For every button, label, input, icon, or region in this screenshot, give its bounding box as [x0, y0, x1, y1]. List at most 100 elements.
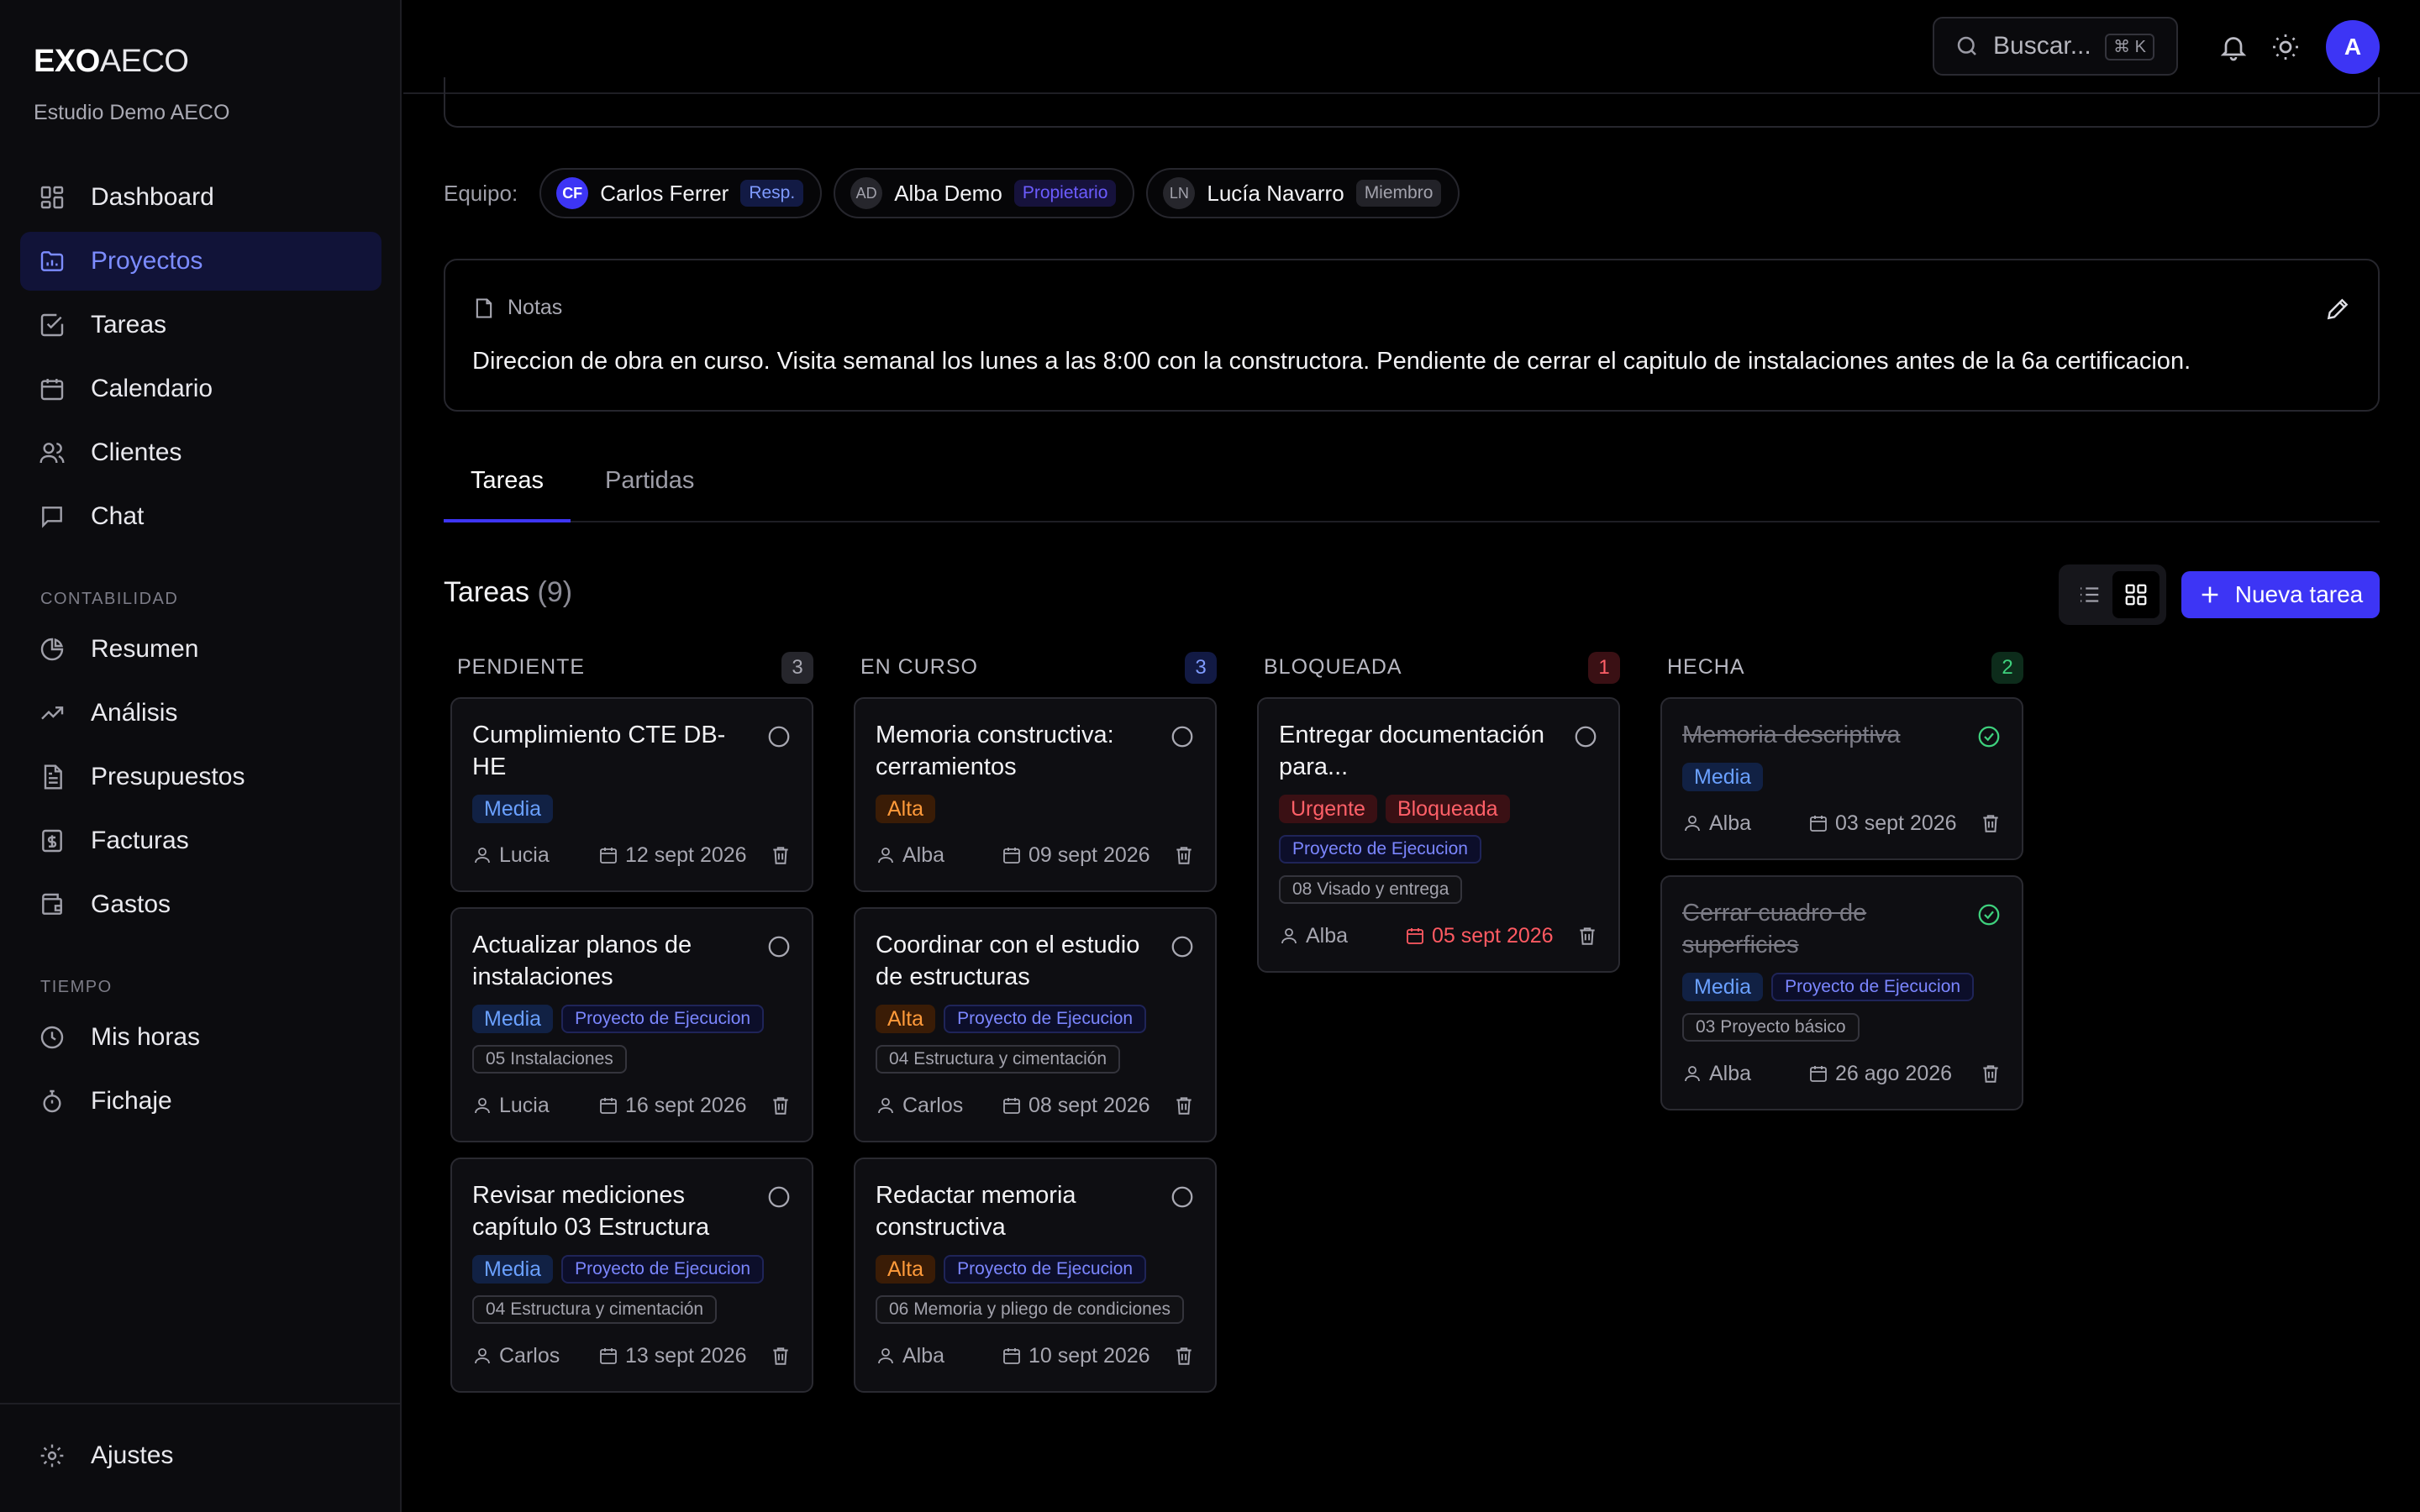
sun-icon[interactable]	[2270, 32, 2301, 62]
column-header: HECHA 2	[1660, 640, 2023, 697]
list-view-button[interactable]	[2065, 571, 2112, 618]
wallet-icon	[42, 893, 62, 915]
new-task-button[interactable]: Nueva tarea	[2181, 571, 2380, 618]
circle-icon[interactable]	[766, 934, 792, 959]
trash-icon[interactable]	[1980, 1063, 2002, 1084]
sidebar-item-clientes[interactable]: Clientes	[20, 423, 381, 482]
task-title: Actualizar planos de instalaciones	[472, 932, 692, 990]
task-card[interactable]: Cumplimiento CTE DB-HE Media Lucia 12 se…	[450, 697, 813, 892]
bell-icon[interactable]	[2218, 32, 2249, 62]
circle-icon[interactable]	[1573, 724, 1598, 749]
task-card[interactable]: Cerrar cuadro de superficies Media Proye…	[1660, 875, 2023, 1110]
trash-icon[interactable]	[1173, 844, 1195, 866]
pencil-icon[interactable]	[2324, 296, 2351, 323]
assignee: Alba	[1682, 1062, 1751, 1086]
sidebar-item-analisis[interactable]: Análisis	[20, 684, 381, 743]
priority-badge: Media	[472, 1005, 554, 1033]
trash-icon[interactable]	[770, 1095, 792, 1116]
priority-badge: Urgente	[1279, 795, 1377, 823]
sidebar-item-mis-horas[interactable]: Mis horas	[20, 1008, 381, 1067]
user-icon	[475, 1348, 490, 1364]
task-meta: Alba 10 sept 2026	[876, 1339, 1195, 1373]
tab-partidas[interactable]: Partidas	[578, 450, 721, 522]
calendar-icon	[600, 1348, 617, 1364]
sidebar-item-resumen[interactable]: Resumen	[20, 620, 381, 679]
sidebar-item-ajustes[interactable]: Ajustes	[20, 1426, 381, 1485]
user-icon	[878, 1348, 893, 1364]
gear-icon	[40, 1444, 64, 1467]
task-meta: Alba 09 sept 2026	[876, 838, 1195, 872]
sidebar-item-presupuestos[interactable]: Presupuestos	[20, 748, 381, 806]
partida-badge: 04 Estructura y cimentación	[472, 1295, 718, 1324]
task-card[interactable]: Memoria constructiva: cerramientos Alta …	[854, 697, 1217, 892]
search-input[interactable]: Buscar... ⌘ K	[1933, 17, 2178, 76]
circle-icon[interactable]	[1170, 934, 1195, 959]
chat-icon	[42, 507, 62, 528]
task-title: Cerrar cuadro de superficies	[1682, 900, 1867, 958]
sidebar-item-tareas[interactable]: Tareas	[20, 296, 381, 354]
task-title: Revisar mediciones capítulo 03 Estructur…	[472, 1182, 710, 1241]
sidebar-item-label: Ajustes	[91, 1441, 174, 1469]
team-member[interactable]: CF Carlos Ferrer Resp.	[539, 168, 823, 218]
project-badge: Proyecto de Ejecucion	[1279, 835, 1481, 864]
task-meta: Alba 05 sept 2026	[1279, 919, 1598, 953]
main-nav: Dashboard Proyectos Tareas Calendario Cl…	[20, 168, 381, 551]
tab-tareas[interactable]: Tareas	[444, 450, 571, 522]
task-card[interactable]: Memoria descriptiva Media Alba 03 sept 2…	[1660, 697, 2023, 860]
user-icon	[1685, 1066, 1700, 1082]
brand-logo[interactable]: EXOAECO	[34, 44, 189, 80]
grid-icon	[2125, 584, 2147, 606]
project-badge: Proyecto de Ejecucion	[1771, 973, 1975, 1001]
trash-icon[interactable]	[770, 844, 792, 866]
task-card[interactable]: Coordinar con el estudio de estructuras …	[854, 907, 1217, 1142]
column-header: PENDIENTE 3	[450, 640, 813, 697]
sidebar-item-label: Análisis	[91, 699, 178, 727]
view-toggle	[2059, 564, 2166, 625]
sidebar-item-proyectos[interactable]: Proyectos	[20, 232, 381, 291]
circle-icon[interactable]	[1170, 1184, 1195, 1210]
sidebar-item-fichaje[interactable]: Fichaje	[20, 1072, 381, 1131]
circle-icon[interactable]	[1170, 724, 1195, 749]
user-icon	[475, 848, 490, 864]
user-icon	[1281, 928, 1297, 944]
kanban-column-pendiente: PENDIENTE 3 Cumplimiento CTE DB-HE Media…	[450, 640, 813, 1408]
calendar-icon	[1810, 816, 1827, 832]
check-circle-icon[interactable]	[1976, 724, 2002, 749]
role-badge: Propietario	[1013, 180, 1117, 207]
assignee: Alba	[876, 1344, 944, 1368]
sidebar-item-facturas[interactable]: Facturas	[20, 811, 381, 870]
assignee: Carlos	[472, 1344, 560, 1368]
priority-badge: Alta	[876, 1005, 936, 1033]
search-placeholder: Buscar...	[1993, 32, 2091, 60]
sidebar-item-gastos[interactable]: Gastos	[20, 875, 381, 934]
sidebar-item-chat[interactable]: Chat	[20, 487, 381, 546]
circle-icon[interactable]	[766, 724, 792, 749]
task-card[interactable]: Entregar documentación para... Urgente B…	[1257, 697, 1620, 973]
sidebar-item-dashboard[interactable]: Dashboard	[20, 168, 381, 227]
assignee: Alba	[1279, 924, 1348, 948]
task-card[interactable]: Actualizar planos de instalaciones Media…	[450, 907, 813, 1142]
trash-icon[interactable]	[770, 1345, 792, 1367]
user-avatar[interactable]: A	[2326, 20, 2380, 74]
status-badge: Bloqueada	[1385, 795, 1510, 823]
task-meta: Alba 03 sept 2026	[1682, 806, 2002, 840]
team-member[interactable]: AD Alba Demo Propietario	[834, 168, 1135, 218]
sidebar-item-label: Chat	[91, 502, 145, 530]
trash-icon[interactable]	[1173, 1345, 1195, 1367]
sidebar-item-calendario[interactable]: Calendario	[20, 360, 381, 418]
task-card[interactable]: Redactar memoria constructiva Alta Proye…	[854, 1158, 1217, 1393]
board-view-button[interactable]	[2112, 571, 2160, 618]
due-date-overdue: 05 sept 2026	[1405, 924, 1554, 948]
team-member[interactable]: LN Lucía Navarro Miembro	[1146, 168, 1460, 218]
organization-name: Estudio Demo AECO	[34, 101, 230, 124]
assignee: Alba	[1682, 811, 1751, 836]
new-task-label: Nueva tarea	[2234, 581, 2364, 607]
trash-icon[interactable]	[1980, 812, 2002, 834]
check-circle-icon[interactable]	[1976, 902, 2002, 927]
trash-icon[interactable]	[1576, 925, 1598, 947]
tasks-count: (9)	[537, 576, 573, 608]
calendar-icon	[1810, 1066, 1827, 1082]
task-card[interactable]: Revisar mediciones capítulo 03 Estructur…	[450, 1158, 813, 1393]
trash-icon[interactable]	[1173, 1095, 1195, 1116]
circle-icon[interactable]	[766, 1184, 792, 1210]
